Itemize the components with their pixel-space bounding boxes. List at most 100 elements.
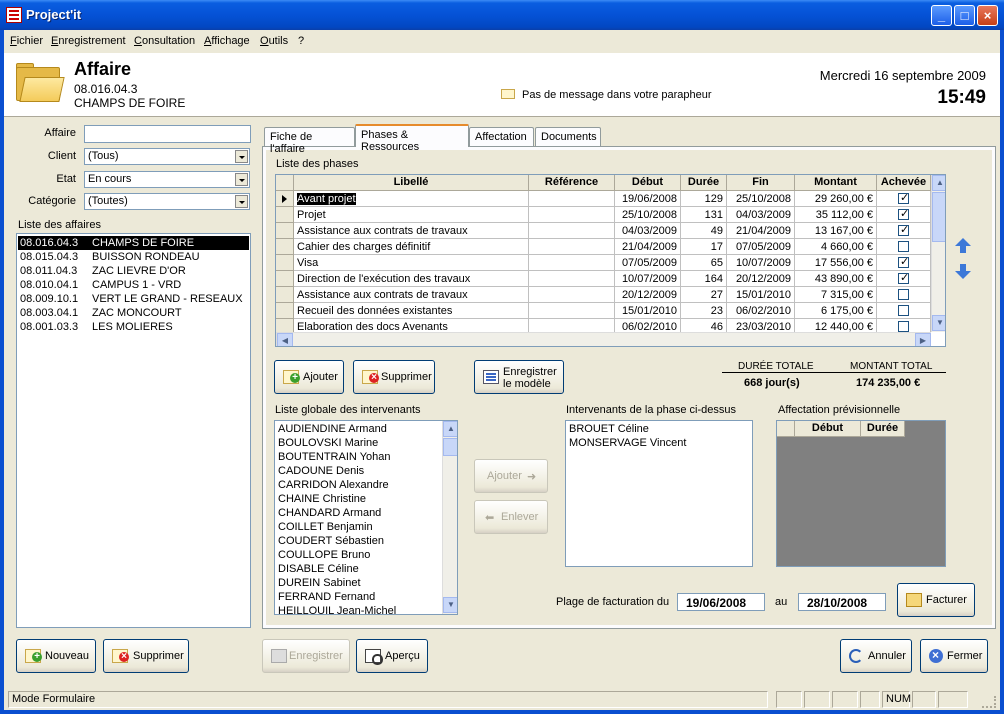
table-row[interactable]: Projet 25/10/2008 131 04/03/2009 35 112,00 € [276,207,931,223]
cell-duree[interactable]: 17 [681,239,727,255]
grid-horizontal-scrollbar[interactable]: ◀ ▶ [276,332,931,346]
menu-outils[interactable]: Outils [260,35,288,47]
cell-fin[interactable]: 06/02/2010 [727,303,795,319]
cell-reference[interactable] [529,287,615,303]
scroll-up-icon[interactable]: ▲ [932,175,945,191]
ajouter-intervenant-button[interactable]: Ajouter ➜ [474,459,548,493]
affectation-grid[interactable]: Début Durée [776,420,946,567]
cell-debut[interactable]: 04/03/2009 [615,223,681,239]
phases-grid[interactable]: Libellé Référence Début Durée Fin Montan… [275,174,946,347]
scroll-down-icon[interactable]: ▼ [932,315,945,331]
list-item[interactable]: COUDERT Sébastien [278,535,384,547]
cell-debut[interactable]: 19/06/2008 [615,191,681,207]
cell-duree[interactable]: 49 [681,223,727,239]
menu-fichier[interactable]: Fichier [10,35,43,47]
cell-debut[interactable]: 07/05/2009 [615,255,681,271]
achevee-checkbox[interactable] [898,241,909,252]
cell-duree[interactable]: 23 [681,303,727,319]
tab-phases-ressources[interactable]: Phases & Ressources [355,124,469,153]
column-header-debut[interactable]: Début [795,421,861,437]
fermer-button[interactable]: Fermer [920,639,988,673]
cell-fin[interactable]: 15/01/2010 [727,287,795,303]
cell-debut[interactable]: 20/12/2009 [615,287,681,303]
facturation-to-field[interactable]: 28/10/2008 [798,593,886,611]
list-item[interactable]: CHAINE Christine [278,493,366,505]
row-selector[interactable] [276,239,294,255]
achevee-checkbox[interactable] [898,191,909,204]
categorie-select[interactable]: (Toutes) [84,193,250,210]
scroll-thumb[interactable] [443,438,457,456]
list-item[interactable]: FERRAND Fernand [278,591,375,603]
cell-fin[interactable]: 21/04/2009 [727,223,795,239]
scroll-left-icon[interactable]: ◀ [277,333,293,346]
cell-reference[interactable] [529,239,615,255]
scroll-up-icon[interactable]: ▲ [443,421,457,437]
list-item[interactable]: DUREIN Sabinet [278,577,361,589]
achevee-checkbox[interactable] [898,321,909,332]
cell-reference[interactable] [529,303,615,319]
list-item[interactable]: HEILLOUIL Jean-Michel [278,605,396,614]
title-bar[interactable]: Project'it _ □ × [0,0,1004,30]
row-selector[interactable] [276,223,294,239]
intervenants-scrollbar[interactable]: ▲ ▼ [442,421,457,614]
cell-montant[interactable]: 7 315,00 € [795,287,877,303]
minimize-button[interactable]: _ [931,5,952,26]
cell-duree[interactable]: 129 [681,191,727,207]
supprimer-phase-button[interactable]: Supprimer [353,360,435,394]
achevee-checkbox[interactable] [898,255,909,268]
achevee-checkbox[interactable] [898,305,909,316]
list-item[interactable]: BOULOVSKI Marine [278,437,378,449]
global-intervenants-list[interactable]: AUDIENDINE Armand BOULOVSKI Marine BOUTENT… [274,420,458,615]
list-item[interactable]: COILLET Benjamin [278,521,373,533]
table-row[interactable]: Cahier des charges définitif 21/04/2009 17… [276,239,931,255]
cell-duree[interactable]: 65 [681,255,727,271]
tab-affectation[interactable]: Affectation [469,127,534,146]
cell-duree[interactable]: 164 [681,271,727,287]
etat-select[interactable]: En cours [84,171,250,188]
cell-fin[interactable]: 04/03/2009 [727,207,795,223]
list-item[interactable]: CADOUNE Denis [278,465,364,477]
table-row[interactable]: Visa 07/05/2009 65 10/07/2009 17 556,00 € [276,255,931,271]
list-item[interactable]: BOUTENTRAIN Yohan [278,451,391,463]
cell-duree[interactable]: 131 [681,207,727,223]
phase-intervenants-list[interactable]: BROUET Céline MONSERVAGE Vincent [565,420,753,567]
ajouter-phase-button[interactable]: Ajouter [274,360,344,394]
row-selector[interactable] [276,255,294,271]
affaires-list[interactable]: 08.016.04.3 CHAMPS DE FOIRE 08.015.04.3 BU… [16,233,251,628]
scroll-down-icon[interactable]: ▼ [443,597,457,613]
list-item[interactable]: 08.015.04.3 BUISSON RONDEAU [18,250,249,264]
chevron-down-icon[interactable] [235,173,248,186]
cell-debut[interactable]: 15/01/2010 [615,303,681,319]
table-row[interactable]: Recueil des données existantes 15/01/2010… [276,303,931,319]
cell-fin[interactable]: 10/07/2009 [727,255,795,271]
cell-libelle[interactable]: Recueil des données existantes [294,303,529,319]
cell-debut[interactable]: 10/07/2009 [615,271,681,287]
achevee-checkbox[interactable] [898,223,909,236]
list-item[interactable]: AUDIENDINE Armand [278,423,387,435]
close-button[interactable]: × [977,5,998,26]
achevee-checkbox[interactable] [898,271,909,284]
tab-documents[interactable]: Documents [535,127,601,146]
list-item[interactable]: 08.010.04.1 CAMPUS 1 - VRD [18,278,249,292]
column-header-montant[interactable]: Montant [795,175,877,191]
nouveau-button[interactable]: Nouveau [16,639,96,673]
cell-libelle[interactable]: Visa [294,255,529,271]
cell-montant[interactable]: 4 660,00 € [795,239,877,255]
cell-fin[interactable]: 07/05/2009 [727,239,795,255]
list-item[interactable]: COULLOPE Bruno [278,549,370,561]
column-header-achevee[interactable]: Achevée [877,175,931,191]
cell-reference[interactable] [529,191,615,207]
annuler-button[interactable]: Annuler [840,639,912,673]
row-selector[interactable] [276,271,294,287]
cell-libelle[interactable]: Assistance aux contrats de travaux [294,287,529,303]
enregistrer-button[interactable]: Enregistrer [262,639,350,673]
list-item[interactable]: CHANDARD Armand [278,507,381,519]
menu-consultation[interactable]: Consultation [134,35,195,47]
list-item[interactable]: CARRIDON Alexandre [278,479,389,491]
list-item[interactable]: 08.011.04.3 ZAC LIEVRE D'OR [18,264,249,278]
client-select[interactable]: (Tous) [84,148,250,165]
chevron-down-icon[interactable] [235,195,248,208]
enlever-intervenant-button[interactable]: ⬅ Enlever [474,500,548,534]
table-row[interactable]: Direction de l'exécution des travaux 10/0… [276,271,931,287]
cell-montant[interactable]: 17 556,00 € [795,255,877,271]
